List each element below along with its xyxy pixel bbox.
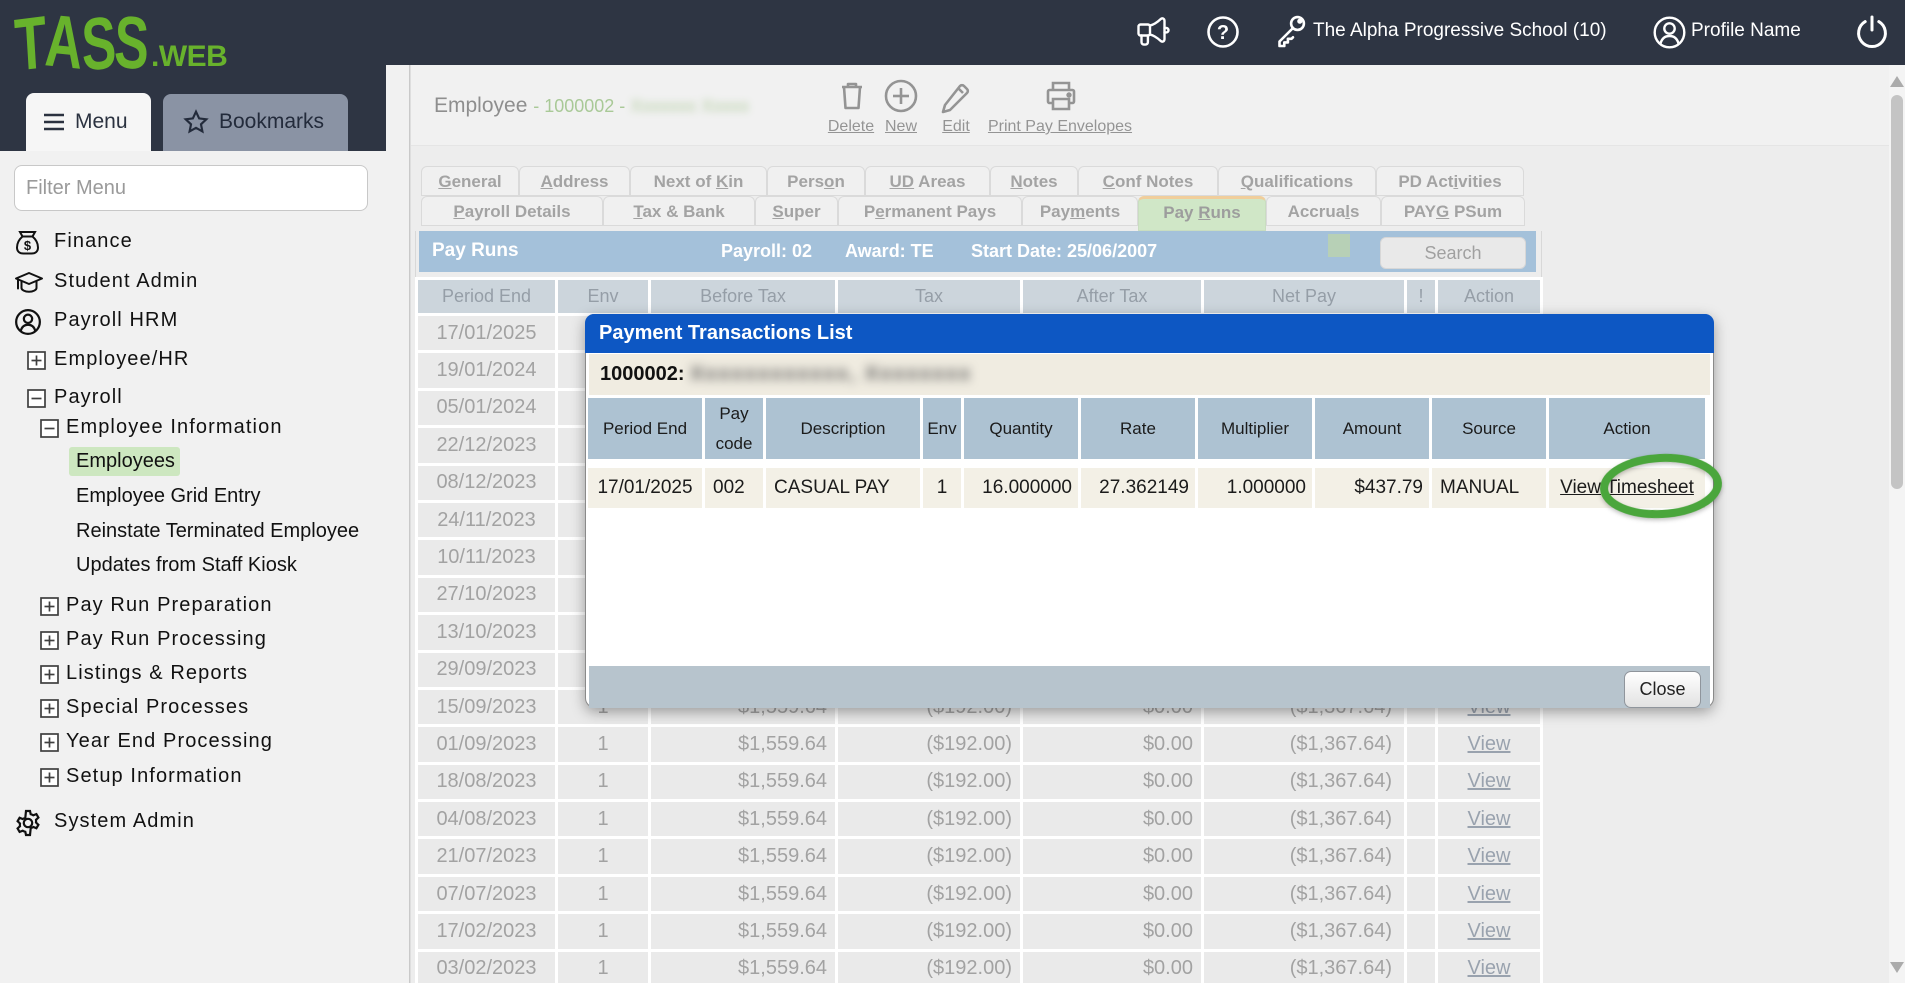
svg-text:?: ? [1217,22,1229,44]
svg-text:$: $ [24,238,32,253]
